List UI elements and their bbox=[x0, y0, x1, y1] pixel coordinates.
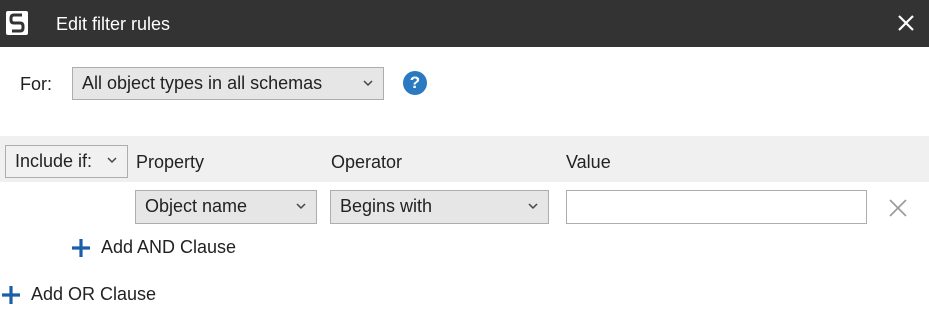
operator-column-header: Operator bbox=[331, 152, 403, 172]
scope-select-value: All object types in all schemas bbox=[82, 73, 323, 93]
help-icon[interactable]: ? bbox=[403, 71, 427, 95]
add-and-clause-button[interactable]: Add AND Clause bbox=[71, 237, 236, 258]
property-select[interactable]: Object name bbox=[135, 190, 317, 224]
plus-icon bbox=[2, 285, 20, 304]
chevron-down-icon bbox=[107, 157, 117, 164]
property-select-value: Object name bbox=[145, 196, 248, 216]
remove-x-icon[interactable] bbox=[888, 198, 908, 218]
for-label: For: bbox=[20, 74, 53, 94]
window-title: Edit filter rules bbox=[56, 14, 171, 34]
chevron-down-icon bbox=[528, 203, 538, 210]
property-column-header: Property bbox=[136, 152, 205, 172]
operator-select[interactable]: Begins with bbox=[330, 190, 549, 224]
add-or-clause-label: Add OR Clause bbox=[31, 284, 157, 304]
value-input[interactable] bbox=[566, 190, 867, 224]
add-or-clause-button[interactable]: Add OR Clause bbox=[1, 284, 156, 305]
include-mode-value: Include if: bbox=[15, 151, 93, 171]
include-mode-select[interactable]: Include if: bbox=[5, 145, 128, 178]
add-and-clause-label: Add AND Clause bbox=[101, 237, 237, 257]
title-bar: Edit filter rules bbox=[0, 0, 929, 47]
value-column-header: Value bbox=[566, 152, 611, 172]
close-icon[interactable] bbox=[895, 12, 917, 34]
operator-select-value: Begins with bbox=[340, 196, 433, 216]
chevron-down-icon bbox=[296, 203, 306, 210]
scope-select[interactable]: All object types in all schemas bbox=[72, 67, 384, 100]
chevron-down-icon bbox=[363, 80, 373, 87]
app-logo-icon bbox=[6, 11, 28, 35]
plus-icon bbox=[72, 238, 90, 257]
